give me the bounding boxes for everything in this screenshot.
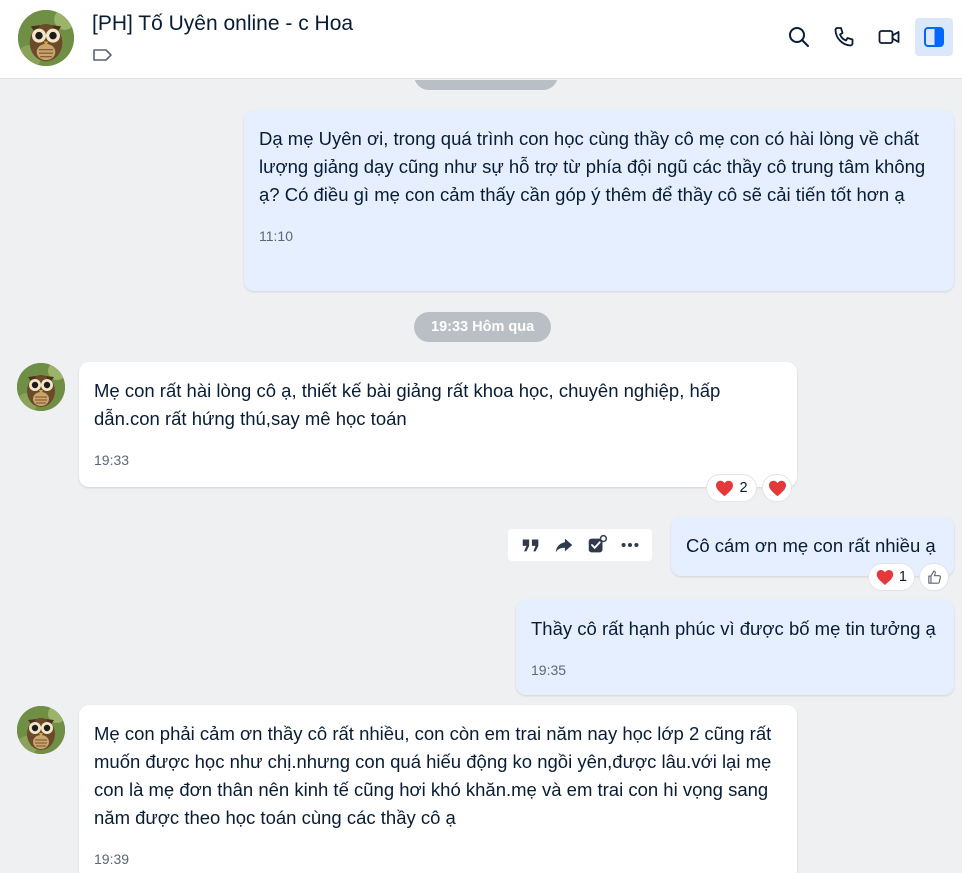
search-icon[interactable] — [780, 18, 818, 56]
message-text: Mẹ con phải cảm ơn thầy cô rất nhiều, co… — [94, 723, 772, 828]
message-bubble[interactable]: Dạ mẹ Uyên ơi, trong quá trình con học c… — [244, 110, 954, 291]
thumbs-up-icon — [927, 570, 941, 584]
sender-avatar[interactable] — [17, 363, 65, 411]
quote-icon[interactable] — [520, 534, 542, 556]
conversation-title[interactable]: [PH] Tố Uyên online - c Hoa — [92, 12, 353, 36]
message-time: 11:10 — [259, 228, 293, 244]
sidebar-toggle-icon[interactable] — [915, 18, 953, 56]
time-divider: 19:33 Hôm qua — [414, 312, 552, 342]
message-text: Cô cám ơn mẹ con rất nhiều ạ — [686, 535, 936, 556]
video-icon[interactable] — [870, 18, 908, 56]
chat-header: [PH] Tố Uyên online - c Hoa — [0, 0, 962, 79]
message-bubble[interactable]: Mẹ con rất hài lòng cô ạ, thiết kế bài g… — [79, 362, 797, 487]
message-time: 19:35 — [531, 662, 567, 678]
add-reaction-heart[interactable] — [762, 474, 792, 502]
heart-icon — [715, 480, 734, 497]
forward-icon[interactable] — [553, 534, 575, 556]
message-bubble[interactable]: Thầy cô rất hạnh phúc vì được bố mẹ tin … — [516, 600, 954, 695]
heart-icon — [768, 480, 787, 497]
sender-avatar[interactable] — [17, 706, 65, 754]
message-text: Dạ mẹ Uyên ơi, trong quá trình con học c… — [259, 128, 926, 205]
more-icon[interactable] — [619, 534, 641, 556]
time-divider-top — [414, 80, 558, 90]
reaction-heart[interactable]: 2 — [706, 474, 757, 502]
owl-avatar[interactable] — [18, 10, 74, 66]
message-bubble[interactable]: Mẹ con phải cảm ơn thầy cô rất nhiều, co… — [79, 705, 797, 873]
tag-icon[interactable] — [92, 46, 114, 64]
message-time: 19:33 — [94, 452, 130, 468]
reaction-count: 2 — [739, 480, 748, 496]
reaction-count: 1 — [898, 569, 907, 585]
message-time: 19:39 — [94, 851, 130, 867]
heart-icon — [876, 569, 894, 586]
message-list[interactable]: Dạ mẹ Uyên ơi, trong quá trình con học c… — [0, 80, 962, 873]
phone-icon[interactable] — [825, 18, 863, 56]
task-icon[interactable] — [586, 534, 608, 556]
reaction-heart[interactable]: 1 — [868, 563, 915, 591]
message-text: Thầy cô rất hạnh phúc vì được bố mẹ tin … — [531, 618, 936, 639]
message-text: Mẹ con rất hài lòng cô ạ, thiết kế bài g… — [94, 380, 721, 429]
like-reaction-button[interactable] — [919, 563, 949, 591]
message-action-bar — [508, 529, 652, 561]
